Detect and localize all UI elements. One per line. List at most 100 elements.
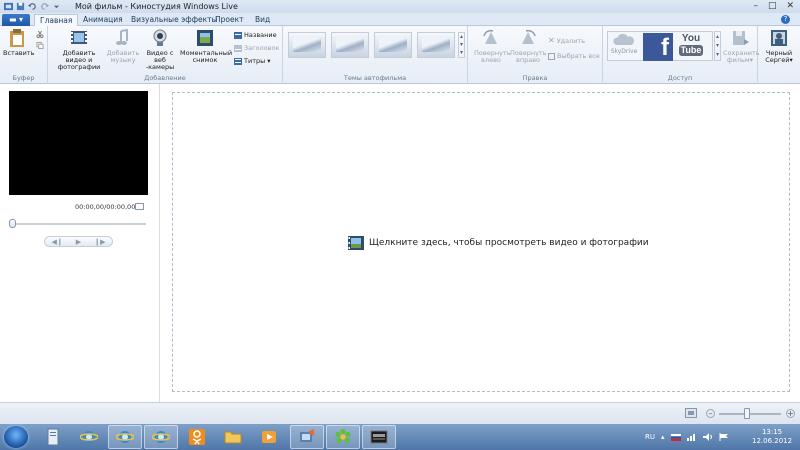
zoom-in-button[interactable]: + [786,409,795,418]
action-center-flag-icon[interactable] [719,433,729,441]
seek-thumb[interactable] [9,219,16,228]
youtube-button[interactable]: You Tube [676,33,706,61]
paste-button[interactable]: Вставить [3,28,35,57]
add-music-button[interactable]: Добавить музыку [106,28,140,64]
cut-button[interactable] [36,31,44,38]
minimize-button[interactable]: – [753,1,758,11]
fullscreen-preview-icon[interactable] [135,203,144,210]
chevron-down-icon: ▾ [267,57,271,65]
folder-icon [224,431,242,444]
taskbar-ie-2[interactable] [108,425,142,449]
themes-gallery-scroll[interactable]: ▴ ▾ ▾ [458,32,465,58]
webcam-video-button[interactable]: Видео с веб -камеры [140,28,180,71]
app-icon[interactable] [4,2,13,11]
storyboard-hint[interactable]: Щелкните здесь, чтобы просмотреть видео … [348,236,649,250]
theme-thumbnail-2[interactable] [331,32,369,58]
theme-thumbnail-4[interactable] [417,32,455,58]
next-frame-icon[interactable]: ❙▶ [94,238,105,246]
window-controls: – □ ✕ [753,1,794,11]
tab-home[interactable]: Главная [34,14,79,26]
rotate-left-button[interactable]: Повернуть влево [474,28,511,64]
account-button[interactable]: Черный Сергей▾ [760,28,798,64]
ribbon-tabs: ▬ ▾ Главная Анимация Визуальные эффекты … [0,13,800,26]
snapshot-button[interactable]: Моментальный снимок [180,28,233,64]
theme-thumbnail-1[interactable] [288,32,326,58]
file-menu-button[interactable]: ▬ ▾ [2,14,30,26]
tab-project[interactable]: Проект [210,14,249,26]
customize-toolbar-icon[interactable] [52,2,61,11]
snapshot-label: Моментальный снимок [180,49,233,64]
volume-icon[interactable] [702,433,713,441]
delete-button[interactable]: ✕ Удалить [548,36,585,45]
group-edit: Повернуть влево Повернуть вправо ✕ Удалит… [468,26,603,84]
tab-animation[interactable]: Анимация [78,14,128,26]
facebook-logo: f [661,34,669,61]
video-preview-monitor[interactable] [9,91,148,195]
skydrive-button[interactable]: SkyDrive [609,33,639,59]
tab-visual-effects[interactable]: Визуальные эффекты [126,14,222,26]
zoom-slider-track[interactable] [719,413,781,415]
taskbar-ie-1[interactable] [72,425,106,449]
taskbar-game-app[interactable] [362,425,396,449]
zoom-slider-thumb[interactable] [744,408,750,419]
rotate-right-button[interactable]: Повернуть вправо [510,28,547,64]
credits-icon [234,57,242,65]
taskbar-odnoklassniki[interactable] [180,425,214,449]
start-button[interactable] [4,426,28,448]
theme-thumbnail-3[interactable] [374,32,412,58]
save-movie-label: Сохранить фильм [723,49,760,64]
music-note-icon [116,28,128,45]
taskbar-media-player[interactable] [252,425,286,449]
copy-button[interactable] [36,42,44,49]
media-player-icon [262,431,276,443]
group-clipboard: Вставить Буфер [0,26,48,84]
language-indicator[interactable]: RU [645,433,655,441]
webcam-icon [153,29,167,46]
help-icon[interactable]: ? [781,15,790,24]
playback-controls: ◀❙ ▶ ❙▶ [44,236,113,247]
taskbar-explorer-app[interactable] [36,425,70,449]
caption-icon [234,44,242,52]
network-icon[interactable] [686,433,697,441]
save-movie-icon [733,31,749,45]
group-label-clipboard: Буфер [12,74,35,82]
seek-bar[interactable] [10,223,146,225]
save-movie-button[interactable]: Сохранить фильм▾ [723,28,760,64]
save-icon[interactable] [16,2,25,11]
previous-frame-icon[interactable]: ◀❙ [52,238,63,246]
russian-flag-icon[interactable] [670,433,681,441]
credits-button[interactable]: Титры ▾ [234,57,271,65]
play-icon[interactable]: ▶ [76,238,81,246]
quick-access-toolbar [0,2,61,11]
tab-view[interactable]: Вид [250,14,275,26]
share-gallery-scroll[interactable]: ▴ ▾ ▾ [714,31,721,61]
paste-label: Вставить [3,49,35,57]
title-button[interactable]: Название [234,31,277,39]
preview-timecode: 00:00,00/00:00,00 [75,203,136,211]
maximize-button[interactable]: □ [768,1,777,11]
caption-button[interactable]: Заголовок [234,44,279,52]
thumbnail-size-icon[interactable] [685,408,697,418]
clock-date: 12.06.2012 [752,437,793,445]
add-video-photo-button[interactable]: Добавить видео и фотографии [52,28,106,71]
title-bar: Мой фильм - Киностудия Windows Live – □ … [0,0,800,13]
taskbar-clock[interactable]: 13:15 12.06.2012 [752,428,792,446]
zoom-out-button[interactable]: – [706,409,715,418]
copy-icon [36,42,44,49]
add-music-label: Добавить музыку [106,49,140,64]
taskbar-movie-maker[interactable] [290,425,324,449]
taskbar-file-explorer[interactable] [216,425,250,449]
taskbar-icq[interactable] [326,425,360,449]
taskbar-ie-3[interactable] [144,425,178,449]
icq-flower-icon [335,428,351,444]
facebook-button[interactable]: f [643,33,673,61]
close-button[interactable]: ✕ [786,1,794,11]
storyboard-area[interactable]: Щелкните здесь, чтобы просмотреть видео … [172,92,790,392]
select-all-button[interactable]: Выбрать все [548,52,600,60]
group-share: SkyDrive f You Tube ▴ ▾ ▾ Сохранить фильм▾… [603,26,760,84]
redo-icon[interactable] [40,2,49,11]
group-label-themes: Темы автофильма [343,74,407,82]
undo-icon[interactable] [28,2,37,11]
add-media-icon [348,236,364,250]
tray-expand-icon[interactable]: ▴ [661,433,665,441]
